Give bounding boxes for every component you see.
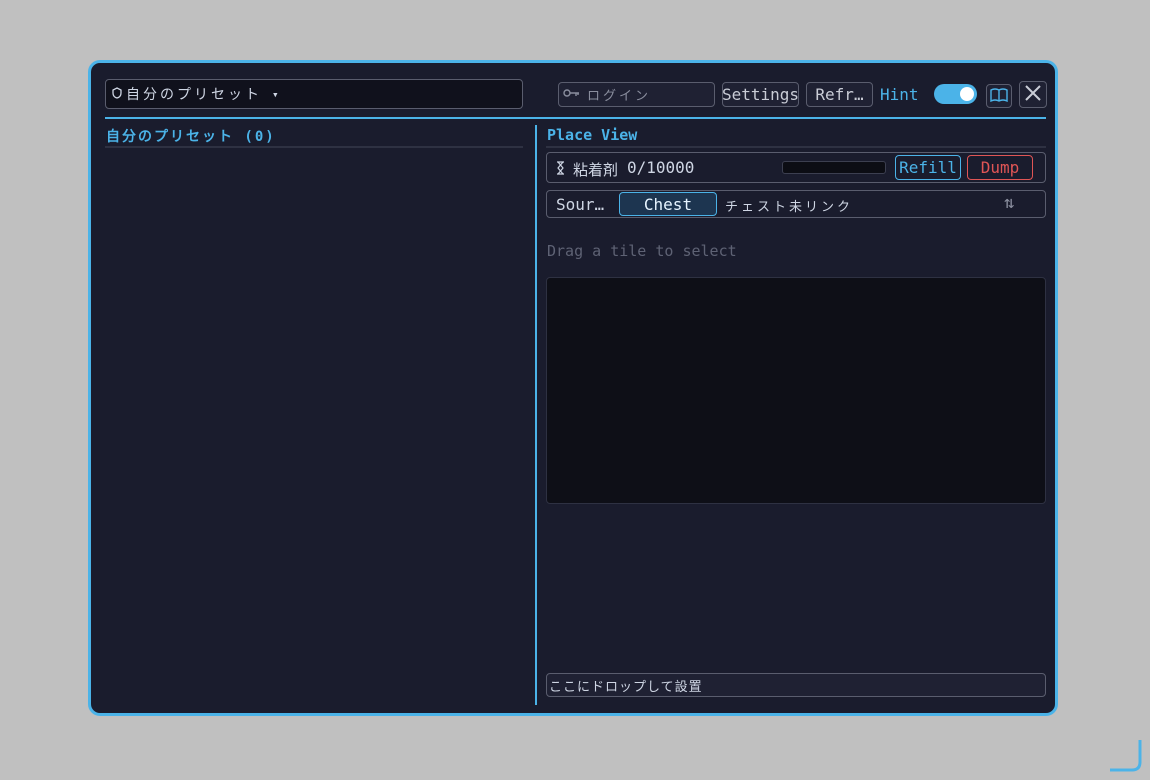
chest-link-status: チェスト未リンク	[725, 200, 854, 215]
close-icon	[1024, 84, 1042, 106]
adhesive-row: 粘着剤 0/10000 Refill Dump	[546, 152, 1046, 183]
settings-button-label: Settings	[722, 85, 799, 104]
sort-arrows-icon[interactable]: ⇅	[1004, 193, 1014, 213]
dump-button[interactable]: Dump	[967, 155, 1033, 180]
drag-hint: Drag a tile to select	[547, 242, 737, 260]
shield-icon	[112, 86, 122, 102]
chest-button-label: Chest	[643, 194, 693, 214]
chevron-down-icon: ▾	[272, 87, 279, 101]
drop-to-place-label: ここにドロップして設置	[549, 679, 703, 695]
refill-button[interactable]: Refill	[895, 155, 961, 180]
guide-button[interactable]	[986, 84, 1012, 108]
hint-label: Hint	[880, 85, 919, 104]
place-view-divider	[546, 146, 1046, 148]
refresh-button[interactable]: Refr…	[806, 82, 873, 107]
adhesive-label: 粘着剤	[573, 161, 619, 179]
book-icon	[990, 87, 1008, 106]
refresh-button-label: Refr…	[815, 85, 864, 104]
chest-button[interactable]: Chest	[619, 192, 717, 216]
adhesive-progress-bar	[782, 161, 886, 174]
main-window: 自分のプリセット ▾ ログイン Settings Refr… Hint 自分のプ…	[88, 60, 1058, 716]
source-row: Sour… Chest チェスト未リンク ⇅	[546, 190, 1046, 218]
settings-button[interactable]: Settings	[722, 82, 799, 107]
key-icon	[563, 87, 581, 102]
close-button[interactable]	[1019, 81, 1047, 108]
preset-dropdown-value: 自分のプリセット	[126, 87, 262, 103]
hint-toggle-knob	[960, 87, 974, 101]
drop-to-place-field[interactable]: ここにドロップして設置	[546, 673, 1046, 697]
dump-button-label: Dump	[980, 158, 1020, 177]
refill-button-label: Refill	[899, 158, 957, 177]
tile-preview-area[interactable]	[546, 277, 1046, 504]
source-label: Sour…	[556, 195, 605, 214]
hourglass-icon	[556, 160, 565, 179]
header-divider	[105, 117, 1046, 119]
adhesive-value: 0/10000	[627, 158, 695, 177]
panel-divider	[535, 125, 537, 705]
login-placeholder: ログイン	[587, 89, 652, 104]
resize-handle[interactable]	[1108, 738, 1142, 772]
login-field[interactable]: ログイン	[558, 82, 715, 107]
preset-dropdown[interactable]: 自分のプリセット ▾	[105, 79, 523, 109]
hint-toggle[interactable]	[934, 84, 977, 104]
preset-list-divider	[105, 146, 523, 148]
place-view-title: Place View	[547, 126, 638, 144]
preset-list-title: 自分のプリセット (0)	[106, 129, 276, 145]
